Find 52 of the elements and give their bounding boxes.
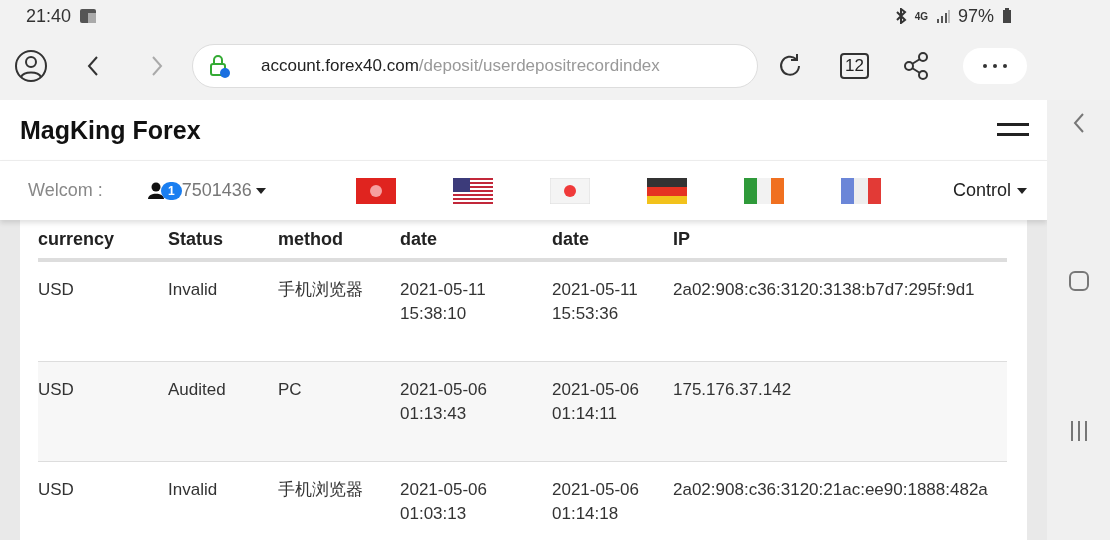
- share-icon[interactable]: [902, 52, 929, 80]
- table-cell-text: 2a02:908:c36:3120:21ac:ee90:1888:482a: [673, 479, 989, 501]
- address-bar[interactable]: account.forex40.com/deposit/userdepositrecordindex: [192, 44, 758, 88]
- caret-icon: [255, 187, 266, 194]
- table-cell-text: Invalid: [168, 479, 219, 501]
- network-label: 4G: [914, 10, 928, 22]
- table-cell-text: 2021-05-06 01:03:13: [400, 479, 488, 525]
- lock-icon: [209, 54, 231, 78]
- table-cell-text: Audited: [168, 379, 227, 401]
- signal-icon: [935, 9, 950, 23]
- url-path: /deposit/userdepositrecordindex: [418, 56, 660, 75]
- column-header: IP: [673, 228, 691, 250]
- profile-icon[interactable]: [14, 49, 48, 83]
- tabs-button[interactable]: 12: [840, 53, 869, 79]
- flag-icon[interactable]: [453, 177, 493, 204]
- home-icon[interactable]: [1067, 270, 1090, 292]
- column-header: method: [278, 228, 344, 250]
- table-cell-text: USD: [38, 479, 75, 501]
- column-header: Status: [168, 228, 224, 250]
- table-cell-text: PC: [278, 379, 303, 401]
- battery-icon: [1002, 8, 1012, 24]
- menu-icon[interactable]: [997, 123, 1029, 137]
- table-cell-text: 2021-05-11 15:53:36: [552, 279, 639, 325]
- table-cell-text: 手机浏览器: [278, 279, 364, 301]
- recent-apps-icon[interactable]: [1068, 420, 1089, 442]
- caret-icon: [1017, 187, 1027, 194]
- more-icon: [981, 63, 1008, 69]
- table-cell-text: Invalid: [168, 279, 219, 301]
- control-menu[interactable]: Control: [952, 180, 1011, 201]
- table-cell-text: 2021-05-06 01:14:11: [552, 379, 640, 425]
- table-cell-text: USD: [38, 279, 75, 301]
- table-cell-text: USD: [38, 379, 75, 401]
- clock: 21:40: [26, 5, 72, 27]
- user-menu[interactable]: 7501436: [181, 180, 252, 201]
- table-cell-text: 2021-05-06 01:14:18: [552, 479, 640, 525]
- table-cell-text: 2021-05-06 01:13:43: [400, 379, 488, 425]
- table-cell-text: 2021-05-11 15:38:10: [400, 279, 487, 325]
- column-header: date: [552, 228, 590, 250]
- column-header: currency: [38, 228, 116, 250]
- bluetooth-icon: [894, 8, 907, 24]
- battery-label: 97%: [957, 5, 994, 27]
- url-host: account.forex40.com: [261, 56, 419, 75]
- table-cell-text: 175.176.37.142: [673, 379, 793, 401]
- table-cell-text: 2a02:908:c36:3120:3138:b7d7:295f:9d1: [673, 279, 976, 301]
- user-icon: [148, 182, 164, 199]
- table-cell-text: 手机浏览器: [278, 479, 364, 501]
- column-header: date: [400, 228, 438, 250]
- back-icon[interactable]: [86, 55, 100, 77]
- notification-badge: 1: [161, 181, 182, 200]
- welcome-label: Welcom :: [28, 180, 104, 201]
- flag-icon[interactable]: [647, 177, 687, 204]
- site-title[interactable]: MagKing Forex: [20, 115, 201, 145]
